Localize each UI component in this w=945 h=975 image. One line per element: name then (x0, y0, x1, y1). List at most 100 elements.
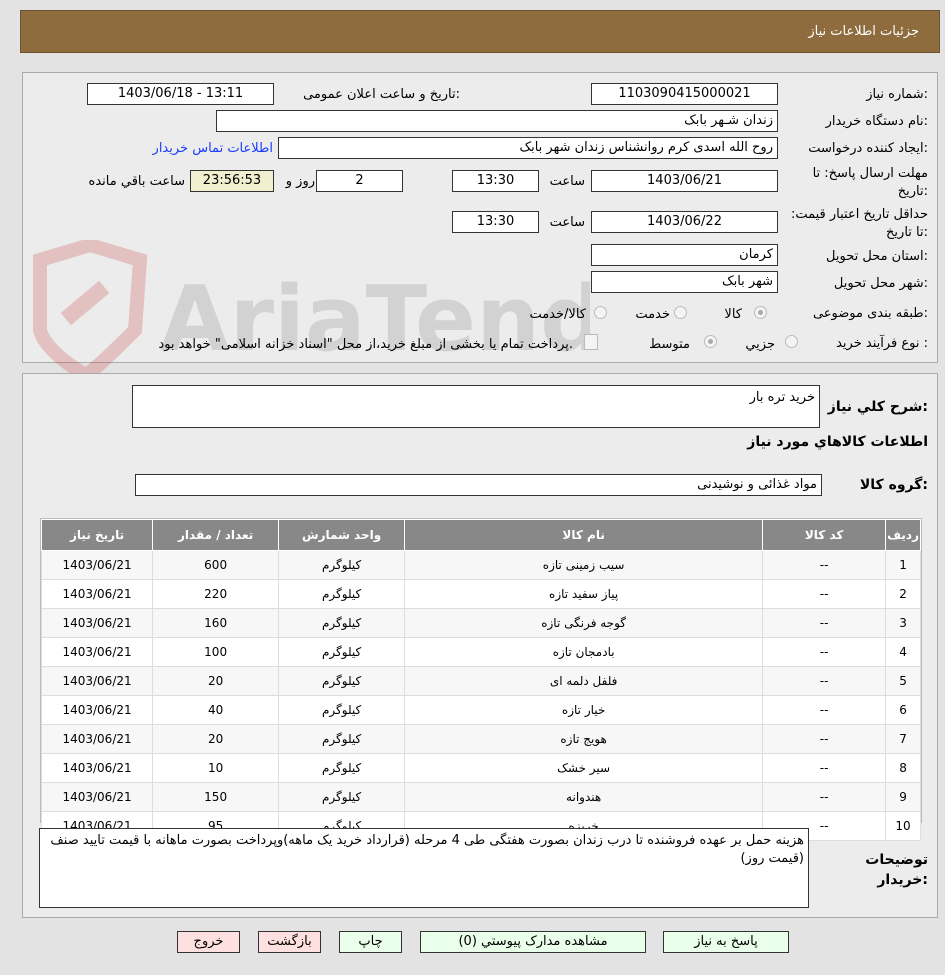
remaining-time-field: 23:56:53 (190, 170, 274, 192)
cell-need-date: 1403/06/21 (40, 608, 154, 638)
category-option-goods: کالا (724, 307, 742, 322)
goods-table-container: ردیف کد کالا نام کالا واحد شمارش تعداد /… (40, 518, 922, 841)
cell-need-date: 1403/06/21 (40, 753, 154, 783)
print-button[interactable]: چاپ (339, 931, 402, 953)
cell-item-code: -- (762, 637, 887, 667)
summary-textarea[interactable]: خرید تره بار (132, 385, 820, 428)
col-unit: واحد شمارش (278, 519, 406, 551)
cell-row-number: 1 (885, 550, 921, 580)
table-row: 9 -- هندوانه کیلوگرم 150 1403/06/21 (40, 782, 921, 812)
cell-unit: کیلوگرم (278, 550, 406, 580)
cell-unit: کیلوگرم (278, 753, 406, 783)
group-label: گروه کالا: (859, 477, 928, 493)
province-label: استان محل تحویل: (826, 249, 928, 264)
cell-item-code: -- (762, 753, 887, 783)
process-radio-minor[interactable] (785, 335, 798, 348)
cell-quantity: 160 (152, 608, 280, 638)
cell-unit: کیلوگرم (278, 724, 406, 754)
cell-item-name: بادمجان تازه (404, 637, 764, 667)
cell-item-code: -- (762, 666, 887, 696)
cell-item-name: خیار تازه (404, 695, 764, 725)
category-radio-goods[interactable] (754, 306, 767, 319)
table-row: 7 -- هویج تازه کیلوگرم 20 1403/06/21 (40, 724, 921, 754)
cell-item-code: -- (762, 782, 887, 812)
validity-label: حداقل تاریخ اعتبار قیمت: تا تاریخ: (790, 207, 928, 240)
payment-checkbox[interactable] (584, 334, 598, 350)
cell-item-name: هویج تازه (404, 724, 764, 754)
cell-item-code: -- (762, 550, 887, 580)
table-row: 5 -- فلفل دلمه ای کیلوگرم 20 1403/06/21 (40, 666, 921, 696)
category-option-service: خدمت (635, 307, 670, 322)
process-option-minor: جزيي (745, 337, 775, 352)
cell-item-name: گوجه فرنگی تازه (404, 608, 764, 638)
back-button[interactable]: بازگشت (258, 931, 321, 953)
days-label: روز و (285, 174, 315, 189)
buyer-notes-textarea[interactable]: هزینه حمل بر عهده فروشنده تا درب زندان ب… (39, 828, 809, 908)
cell-unit: کیلوگرم (278, 666, 406, 696)
cell-need-date: 1403/06/21 (40, 579, 154, 609)
category-radio-both[interactable] (594, 306, 607, 319)
process-label: نوع فرآیند خرید : (836, 336, 928, 351)
cell-quantity: 220 (152, 579, 280, 609)
deadline-date-field: 1403/06/21 (591, 170, 778, 192)
creator-field: روح الله اسدی کرم روانشناس زندان شهر باب… (278, 137, 778, 159)
cell-unit: کیلوگرم (278, 782, 406, 812)
days-field: 2 (316, 170, 403, 192)
cell-unit: کیلوگرم (278, 637, 406, 667)
need-number-label: شماره نیاز: (866, 87, 928, 102)
deadline-time-field: 13:30 (452, 170, 539, 192)
category-radio-service[interactable] (674, 306, 687, 319)
cell-row-number: 9 (885, 782, 921, 812)
cell-row-number: 3 (885, 608, 921, 638)
buyer-notes-label: توضیحات خریدار: (865, 852, 928, 888)
buyer-contact-link[interactable]: اطلاعات تماس خریدار (153, 141, 273, 156)
table-row: 3 -- گوجه فرنگی تازه کیلوگرم 160 1403/06/21 (40, 608, 921, 638)
buyer-org-field: زندان شـهر بابک (216, 110, 778, 132)
cell-need-date: 1403/06/21 (40, 637, 154, 667)
cell-quantity: 600 (152, 550, 280, 580)
goods-table: ردیف کد کالا نام کالا واحد شمارش تعداد /… (40, 519, 921, 841)
cell-item-name: فلفل دلمه ای (404, 666, 764, 696)
deadline-label: مهلت ارسال پاسخ: تا تاریخ: (812, 166, 928, 199)
cell-item-name: هندوانه (404, 782, 764, 812)
table-row: 6 -- خیار تازه کیلوگرم 40 1403/06/21 (40, 695, 921, 725)
attachments-button[interactable]: مشاهده مدارک پیوستي (0) (420, 931, 646, 953)
cell-quantity: 100 (152, 637, 280, 667)
cell-item-name: سیر خشک (404, 753, 764, 783)
cell-item-code: -- (762, 695, 887, 725)
cell-row-number: 2 (885, 579, 921, 609)
category-label: طبقه بندی موضوعی: (812, 306, 928, 321)
cell-quantity: 150 (152, 782, 280, 812)
cell-need-date: 1403/06/21 (40, 782, 154, 812)
payment-note: پرداخت تمام یا بخشی از مبلغ خرید،از محل … (158, 337, 573, 352)
process-option-medium: متوسط (649, 337, 690, 352)
col-name: نام کالا (404, 519, 764, 551)
table-row: 4 -- بادمجان تازه کیلوگرم 100 1403/06/21 (40, 637, 921, 667)
cell-row-number: 7 (885, 724, 921, 754)
cell-quantity: 40 (152, 695, 280, 725)
col-row: ردیف (885, 519, 921, 551)
cell-item-code: -- (762, 724, 887, 754)
creator-label: ایجاد کننده درخواست: (808, 141, 928, 156)
process-radio-medium[interactable] (704, 335, 717, 348)
cell-need-date: 1403/06/21 (40, 550, 154, 580)
validity-time-label: ساعت (549, 215, 585, 230)
summary-label: شرح کلي نياز: (827, 399, 928, 415)
city-field: شهر بابک (591, 271, 778, 293)
validity-time-field: 13:30 (452, 211, 539, 233)
category-option-both: کالا/خدمت (529, 307, 586, 322)
col-code: کد کالا (762, 519, 887, 551)
need-number-field: 1103090415000021 (591, 83, 778, 105)
remaining-label: ساعت باقي مانده (88, 174, 185, 189)
table-row: 1 -- سیب زمینی تازه کیلوگرم 600 1403/06/21 (40, 550, 921, 580)
cell-quantity: 20 (152, 724, 280, 754)
page-header: جزئیات اطلاعات نیاز (20, 10, 940, 53)
reply-button[interactable]: پاسخ به نیاز (663, 931, 789, 953)
announce-label: تاریخ و ساعت اعلان عمومی: (303, 87, 460, 102)
cell-item-code: -- (762, 608, 887, 638)
deadline-time-label: ساعت (549, 174, 585, 189)
cell-item-name: سیب زمینی تازه (404, 550, 764, 580)
cell-unit: کیلوگرم (278, 608, 406, 638)
validity-date-field: 1403/06/22 (591, 211, 778, 233)
exit-button[interactable]: خروج (177, 931, 240, 953)
